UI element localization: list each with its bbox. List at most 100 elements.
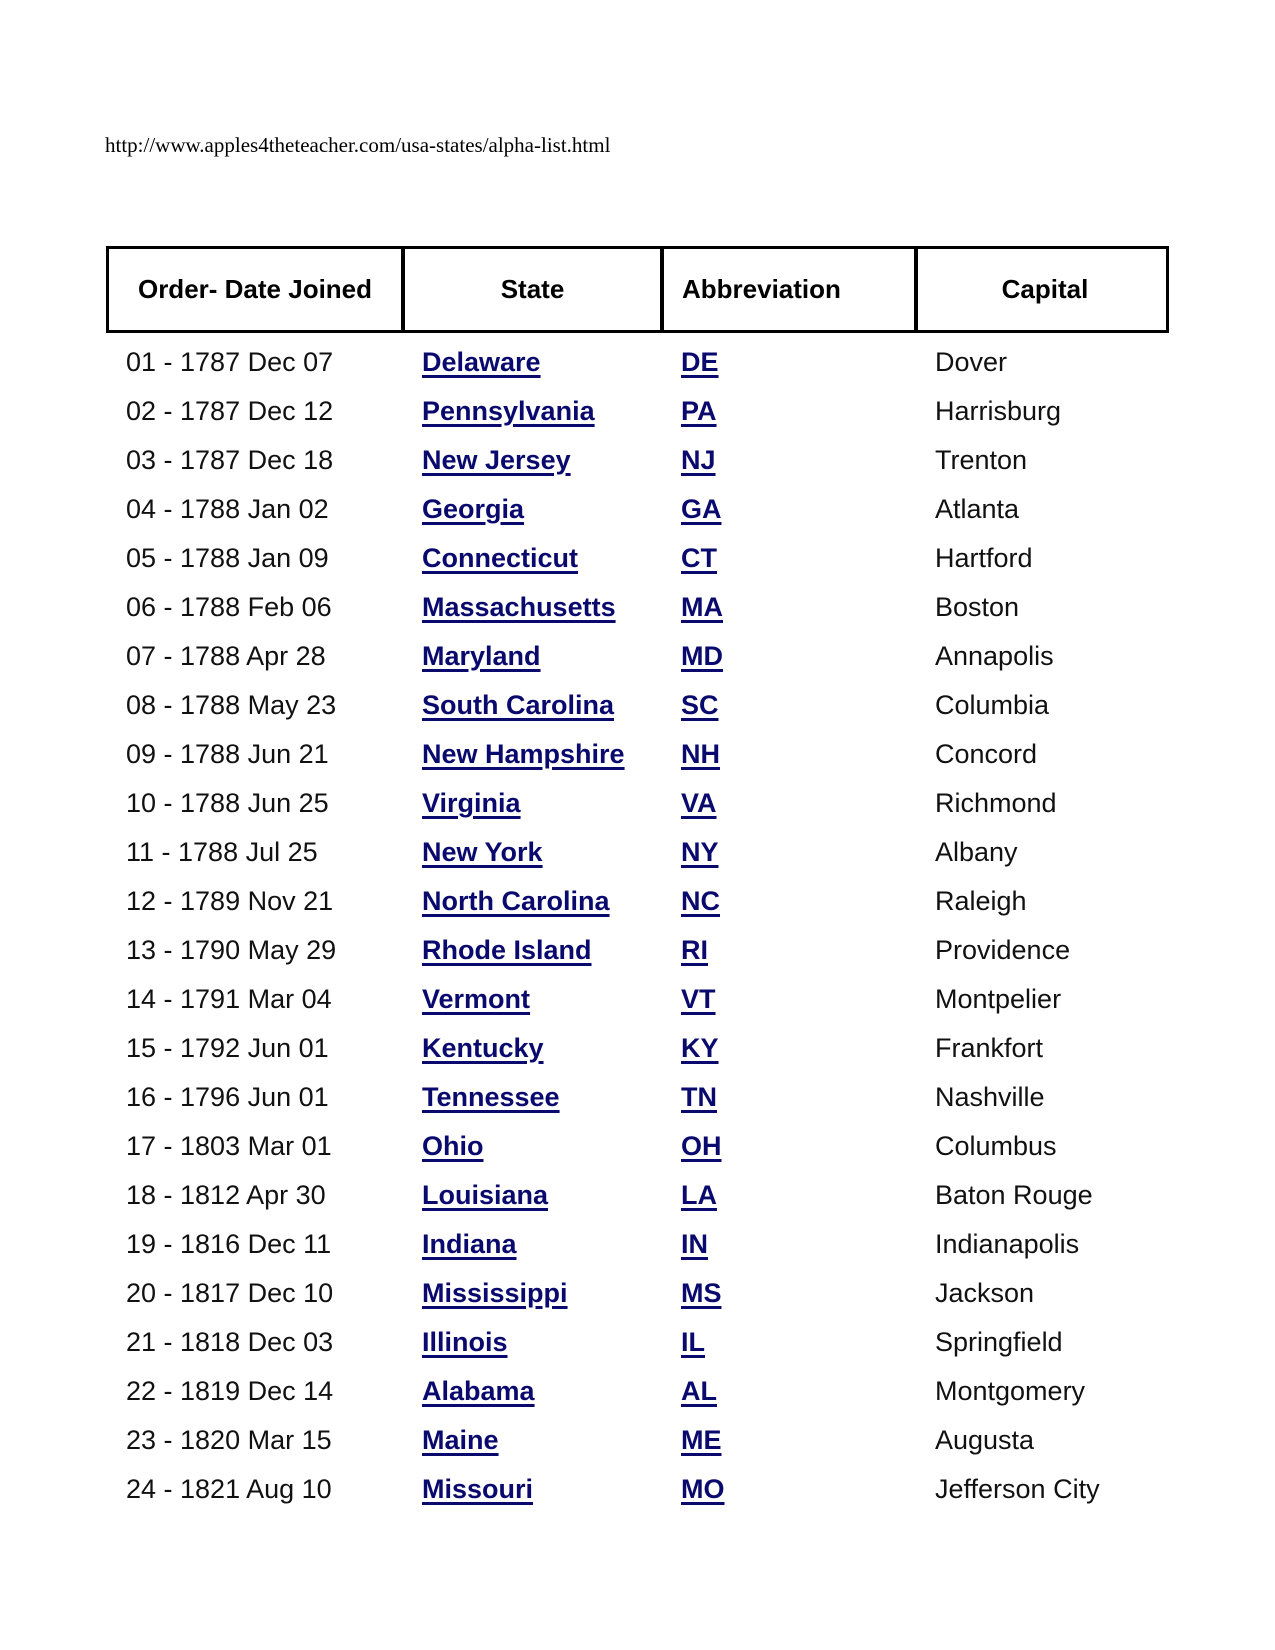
state-link[interactable]: Mississippi — [402, 1278, 661, 1309]
abbreviation-link[interactable]: AL — [661, 1376, 915, 1407]
state-link[interactable]: Indiana — [402, 1229, 661, 1260]
state-link[interactable]: New Hampshire — [402, 739, 661, 770]
capital-cell: Atlanta — [935, 494, 1020, 524]
capital-cell: Richmond — [935, 788, 1057, 818]
capital-cell: Augusta — [935, 1425, 1035, 1455]
state-link[interactable]: Illinois — [402, 1327, 661, 1358]
table-row: 10 - 1788 Jun 25 Virginia VA Richmond — [106, 779, 1169, 828]
state-link[interactable]: New Jersey — [402, 445, 661, 476]
state-link[interactable]: South Carolina — [402, 690, 661, 721]
state-link[interactable]: Pennsylvania — [402, 396, 661, 427]
state-link[interactable]: North Carolina — [402, 886, 661, 917]
capital-cell: Montpelier — [935, 984, 1062, 1014]
state-link[interactable]: Maryland — [402, 641, 661, 672]
order-date-cell: 21 - 1818 Dec 03 — [126, 1327, 334, 1357]
table-row: 07 - 1788 Apr 28 Maryland MD Annapolis — [106, 632, 1169, 681]
order-date-cell: 16 - 1796 Jun 01 — [126, 1082, 329, 1112]
abbreviation-link[interactable]: TN — [661, 1082, 915, 1113]
abbreviation-link[interactable]: NH — [661, 739, 915, 770]
order-date-cell: 23 - 1820 Mar 15 — [126, 1425, 332, 1455]
order-date-cell: 18 - 1812 Apr 30 — [126, 1180, 326, 1210]
state-link[interactable]: Missouri — [402, 1474, 661, 1505]
capital-cell: Trenton — [935, 445, 1028, 475]
state-link[interactable]: Tennessee — [402, 1082, 661, 1113]
table-row: 13 - 1790 May 29 Rhode Island RI Providence — [106, 926, 1169, 975]
table-row: 09 - 1788 Jun 21 New Hampshire NH Concord — [106, 730, 1169, 779]
state-link[interactable]: Massachusetts — [402, 592, 661, 623]
table-row: 18 - 1812 Apr 30 Louisiana LA Baton Rouge — [106, 1171, 1169, 1220]
capital-cell: Springfield — [935, 1327, 1063, 1357]
capital-cell: Boston — [935, 592, 1020, 622]
table-row: 12 - 1789 Nov 21 North Carolina NC Raleigh — [106, 877, 1169, 926]
order-date-cell: 07 - 1788 Apr 28 — [126, 641, 326, 671]
abbreviation-link[interactable]: LA — [661, 1180, 915, 1211]
order-date-cell: 14 - 1791 Mar 04 — [126, 984, 332, 1014]
capital-cell: Indianapolis — [935, 1229, 1080, 1259]
abbreviation-link[interactable]: MD — [661, 641, 915, 672]
table-row: 11 - 1788 Jul 25 New York NY Albany — [106, 828, 1169, 877]
state-link[interactable]: Louisiana — [402, 1180, 661, 1211]
abbreviation-link[interactable]: DE — [661, 347, 915, 378]
order-date-cell: 06 - 1788 Feb 06 — [126, 592, 332, 622]
capital-cell: Nashville — [935, 1082, 1045, 1112]
capital-cell: Albany — [935, 837, 1018, 867]
state-link[interactable]: Kentucky — [402, 1033, 661, 1064]
table-row: 20 - 1817 Dec 10 Mississippi MS Jackson — [106, 1269, 1169, 1318]
table-row: 05 - 1788 Jan 09 Connecticut CT Hartford — [106, 534, 1169, 583]
abbreviation-link[interactable]: IN — [661, 1229, 915, 1260]
header-capital: Capital — [1001, 274, 1089, 304]
order-date-cell: 17 - 1803 Mar 01 — [126, 1131, 332, 1161]
order-date-cell: 12 - 1789 Nov 21 — [126, 886, 334, 916]
order-date-cell: 19 - 1816 Dec 11 — [126, 1229, 332, 1259]
table-row: 04 - 1788 Jan 02 Georgia GA Atlanta — [106, 485, 1169, 534]
order-date-cell: 02 - 1787 Dec 12 — [126, 396, 334, 426]
source-url: http://www.apples4theteacher.com/usa-sta… — [105, 133, 611, 157]
state-link[interactable]: Maine — [402, 1425, 661, 1456]
order-date-cell: 20 - 1817 Dec 10 — [126, 1278, 334, 1308]
state-link[interactable]: Georgia — [402, 494, 661, 525]
abbreviation-link[interactable]: MS — [661, 1278, 915, 1309]
state-link[interactable]: Vermont — [402, 984, 661, 1015]
capital-cell: Columbia — [935, 690, 1050, 720]
capital-cell: Columbus — [935, 1131, 1057, 1161]
order-date-cell: 15 - 1792 Jun 01 — [126, 1033, 329, 1063]
table-row: 23 - 1820 Mar 15 Maine ME Augusta — [106, 1416, 1169, 1465]
order-date-cell: 24 - 1821 Aug 10 — [126, 1474, 332, 1504]
table-row: 21 - 1818 Dec 03 Illinois IL Springfield — [106, 1318, 1169, 1367]
abbreviation-link[interactable]: KY — [661, 1033, 915, 1064]
abbreviation-link[interactable]: NJ — [661, 445, 915, 476]
table-row: 24 - 1821 Aug 10 Missouri MO Jefferson City — [106, 1465, 1169, 1514]
order-date-cell: 03 - 1787 Dec 18 — [126, 445, 334, 475]
abbreviation-link[interactable]: IL — [661, 1327, 915, 1358]
table-row: 19 - 1816 Dec 11 Indiana IN Indianapolis — [106, 1220, 1169, 1269]
table-header: Order- Date Joined State Abbreviation Ca… — [106, 246, 1169, 333]
abbreviation-link[interactable]: MO — [661, 1474, 915, 1505]
state-link[interactable]: Connecticut — [402, 543, 661, 574]
abbreviation-link[interactable]: OH — [661, 1131, 915, 1162]
abbreviation-link[interactable]: VA — [661, 788, 915, 819]
state-link[interactable]: New York — [402, 837, 661, 868]
abbreviation-link[interactable]: MA — [661, 592, 915, 623]
state-link[interactable]: Rhode Island — [402, 935, 661, 966]
abbreviation-link[interactable]: SC — [661, 690, 915, 721]
abbreviation-link[interactable]: CT — [661, 543, 915, 574]
abbreviation-link[interactable]: PA — [661, 396, 915, 427]
abbreviation-link[interactable]: NC — [661, 886, 915, 917]
header-abbreviation: Abbreviation — [664, 249, 918, 330]
abbreviation-link[interactable]: VT — [661, 984, 915, 1015]
state-link[interactable]: Delaware — [402, 347, 661, 378]
abbreviation-link[interactable]: NY — [661, 837, 915, 868]
table-row: 16 - 1796 Jun 01 Tennessee TN Nashville — [106, 1073, 1169, 1122]
abbreviation-link[interactable]: GA — [661, 494, 915, 525]
state-link[interactable]: Ohio — [402, 1131, 661, 1162]
capital-cell: Frankfort — [935, 1033, 1044, 1063]
state-link[interactable]: Virginia — [402, 788, 661, 819]
capital-cell: Raleigh — [935, 886, 1027, 916]
capital-cell: Concord — [935, 739, 1038, 769]
table-row: 22 - 1819 Dec 14 Alabama AL Montgomery — [106, 1367, 1169, 1416]
state-link[interactable]: Alabama — [402, 1376, 661, 1407]
abbreviation-link[interactable]: RI — [661, 935, 915, 966]
abbreviation-link[interactable]: ME — [661, 1425, 915, 1456]
states-table: Order- Date Joined State Abbreviation Ca… — [106, 246, 1169, 1514]
table-row: 06 - 1788 Feb 06 Massachusetts MA Boston — [106, 583, 1169, 632]
